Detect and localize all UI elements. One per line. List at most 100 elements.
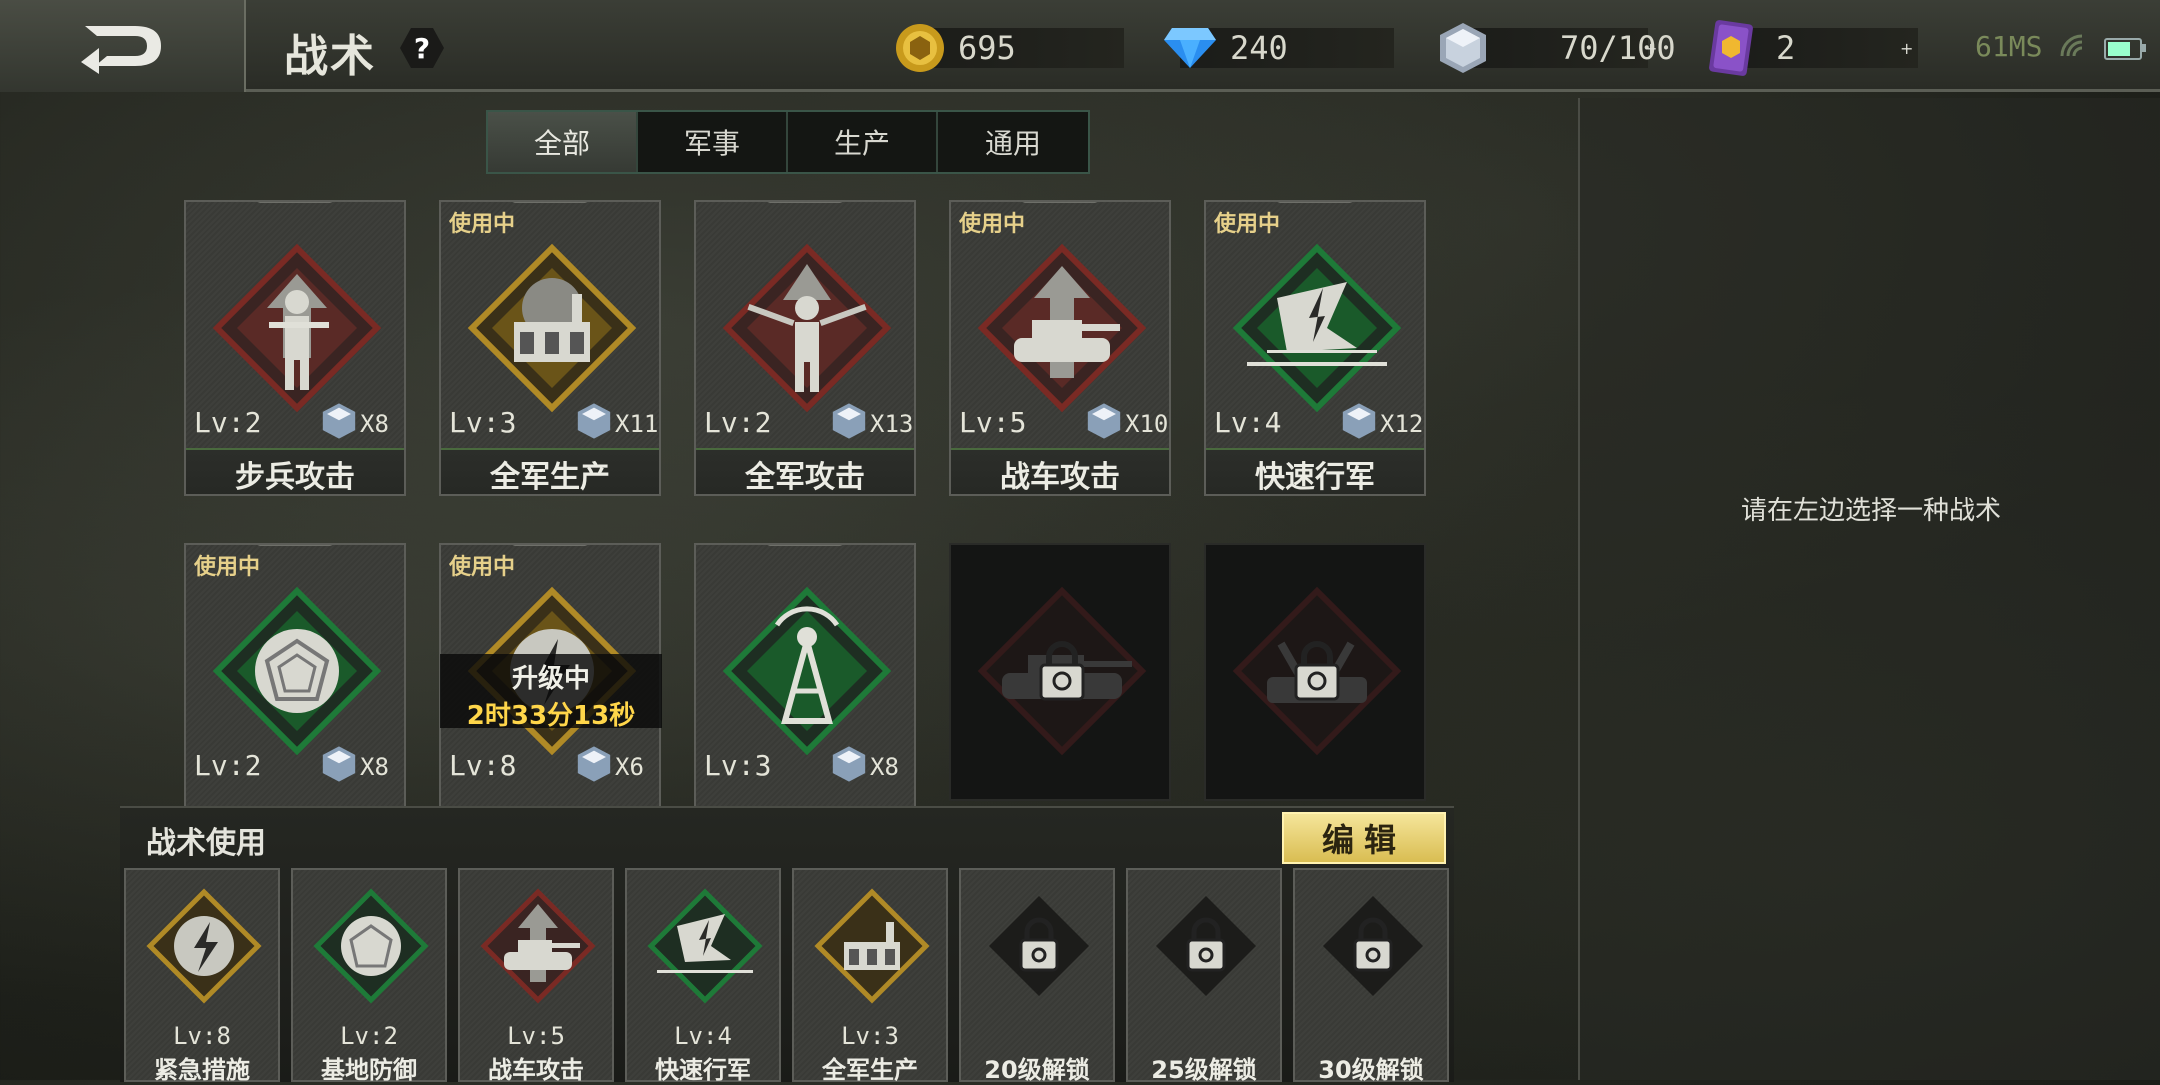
diamond-display: 240 <box>1162 26 1288 70</box>
category-tabs: 全部 军事 生产 通用 <box>486 110 1090 174</box>
card-display: 2 <box>1706 20 1796 76</box>
level-label: Lv:8 <box>449 749 517 782</box>
wifi-icon <box>2060 34 2083 57</box>
crystal-cost: X13 <box>870 410 914 438</box>
crystal-value: 70/100 <box>1560 29 1676 67</box>
upgrade-timer-overlay: 升级中 2时33分13秒 <box>440 654 662 731</box>
crystal-cost-icon <box>1087 403 1121 439</box>
slot-emergency[interactable]: Lv:8 紧急措施 <box>124 868 280 1084</box>
tactic-card-tank-attack[interactable]: 使用中 Lv:5 X10 战车攻击 <box>949 200 1171 496</box>
add-crystal-button[interactable]: + <box>1644 26 1657 70</box>
slot-locked-25[interactable]: 25级解锁 <box>1126 868 1282 1084</box>
level-label: Lv:2 <box>194 749 262 782</box>
upgrade-status: 升级中 <box>511 664 590 694</box>
tank-attack-icon <box>480 888 596 1004</box>
slot-level: Lv:4 <box>674 1022 732 1050</box>
tactic-card-army-attack[interactable]: Lv:2 X13 全军攻击 <box>694 200 916 496</box>
tactic-name: 全军生产 <box>441 448 659 494</box>
tactic-card-base-defense[interactable]: 使用中 Lv:2 X8 <box>184 543 406 839</box>
slot-locked-30[interactable]: 30级解锁 <box>1293 868 1449 1084</box>
select-tactic-hint: 请在左边选择一种战术 <box>1740 496 2001 526</box>
slot-level: Lv:2 <box>340 1022 398 1050</box>
slot-base-defense[interactable]: Lv:2 基地防御 <box>291 868 447 1084</box>
in-use-label: 使用中 <box>1214 212 1281 237</box>
card-value: 2 <box>1776 29 1796 67</box>
gold-display: 695 <box>894 24 1016 72</box>
tactic-card-radar[interactable]: Lv:3 X8 <box>694 543 916 839</box>
tactic-card-rapid-march[interactable]: 使用中 Lv:4 X12 快速行军 <box>1204 200 1426 496</box>
tab-general[interactable]: 通用 <box>938 112 1088 172</box>
back-button[interactable] <box>0 0 246 92</box>
edit-button[interactable]: 编辑 <box>1282 812 1446 864</box>
shield-dome-icon <box>313 888 429 1004</box>
soldier-salute-icon <box>722 243 892 413</box>
shield-dome-icon <box>212 586 382 756</box>
lock-icon <box>1294 641 1340 701</box>
factory-icon <box>814 888 930 1004</box>
tactic-card-locked-artillery[interactable] <box>1204 543 1426 801</box>
in-use-label: 使用中 <box>194 555 261 580</box>
panel-title: 战术使用 <box>146 826 266 861</box>
level-label: Lv:2 <box>704 406 772 439</box>
radar-tower-icon <box>722 586 892 756</box>
crystal-cost-icon <box>577 746 611 782</box>
tactic-detail-panel: 请在左边选择一种战术 <box>1578 98 2160 1080</box>
level-label: Lv:2 <box>194 406 262 439</box>
crystal-cost: X11 <box>615 410 659 438</box>
crystal-cost-icon <box>577 403 611 439</box>
level-label: Lv:3 <box>704 749 772 782</box>
diamond-icon <box>1164 28 1216 68</box>
help-icon[interactable]: ? <box>400 26 444 70</box>
slot-level: Lv:3 <box>841 1022 899 1050</box>
in-use-label: 使用中 <box>449 212 516 237</box>
slot-level: Lv:5 <box>507 1022 565 1050</box>
tactic-name: 快速行军 <box>1206 448 1424 494</box>
emergency-shield-icon <box>146 888 262 1004</box>
slot-army-production[interactable]: Lv:3 全军生产 <box>792 868 948 1084</box>
crystal-cost: X8 <box>360 410 389 438</box>
crystal-cost: X12 <box>1380 410 1424 438</box>
slot-locked-20[interactable]: 20级解锁 <box>959 868 1115 1084</box>
gold-value: 695 <box>958 29 1016 67</box>
ping-value: 61MS <box>1975 30 2043 63</box>
tactic-card-infantry-attack[interactable]: Lv:2 X8 步兵攻击 <box>184 200 406 496</box>
tactic-card-icon <box>1709 20 1753 76</box>
locked-slot-icon <box>1323 896 1423 996</box>
crystal-cost: X6 <box>615 753 644 781</box>
tactic-card-army-production[interactable]: 使用中 Lv:3 X11 全军生产 <box>439 200 661 496</box>
lock-icon <box>1039 641 1085 701</box>
slot-level: Lv:8 <box>173 1022 231 1050</box>
tactics-in-use-panel: 战术使用 编辑 Lv:8 紧急措施 Lv:2 基地防御 Lv:5 战车攻击 Lv… <box>120 806 1454 1084</box>
back-arrow-icon <box>81 26 161 74</box>
in-use-label: 使用中 <box>959 212 1026 237</box>
crystal-cost-icon <box>322 746 356 782</box>
tab-all[interactable]: 全部 <box>488 112 638 172</box>
level-label: Lv:5 <box>959 406 1027 439</box>
infantry-attack-icon <box>212 243 382 413</box>
slot-rapid-march[interactable]: Lv:4 快速行军 <box>625 868 781 1084</box>
level-label: Lv:3 <box>449 406 517 439</box>
crystal-cost: X8 <box>360 753 389 781</box>
slot-tank-attack[interactable]: Lv:5 战车攻击 <box>458 868 614 1084</box>
tactic-name: 步兵攻击 <box>186 448 404 494</box>
tactic-card-locked-tank[interactable] <box>949 543 1171 801</box>
crystal-cost-icon <box>832 403 866 439</box>
gold-coin-icon <box>896 24 944 72</box>
battery-icon <box>2104 38 2146 60</box>
rapid-march-flag-icon <box>1232 243 1402 413</box>
tactic-name: 战车攻击 <box>951 448 1169 494</box>
crystal-cost-icon <box>1342 403 1376 439</box>
tab-production[interactable]: 生产 <box>788 112 938 172</box>
add-card-button[interactable]: + <box>1900 26 1913 70</box>
in-use-label: 使用中 <box>449 555 516 580</box>
factory-icon <box>467 243 637 413</box>
crystal-cost: X8 <box>870 753 899 781</box>
crystal-cost-icon <box>322 403 356 439</box>
upgrade-countdown: 2时33分13秒 <box>466 701 636 731</box>
crystal-cost: X10 <box>1125 410 1169 438</box>
locked-slot-icon <box>1156 896 1256 996</box>
tactic-name: 全军攻击 <box>696 448 914 494</box>
page-title: 战术 <box>284 31 376 82</box>
tab-military[interactable]: 军事 <box>638 112 788 172</box>
level-label: Lv:4 <box>1214 406 1282 439</box>
